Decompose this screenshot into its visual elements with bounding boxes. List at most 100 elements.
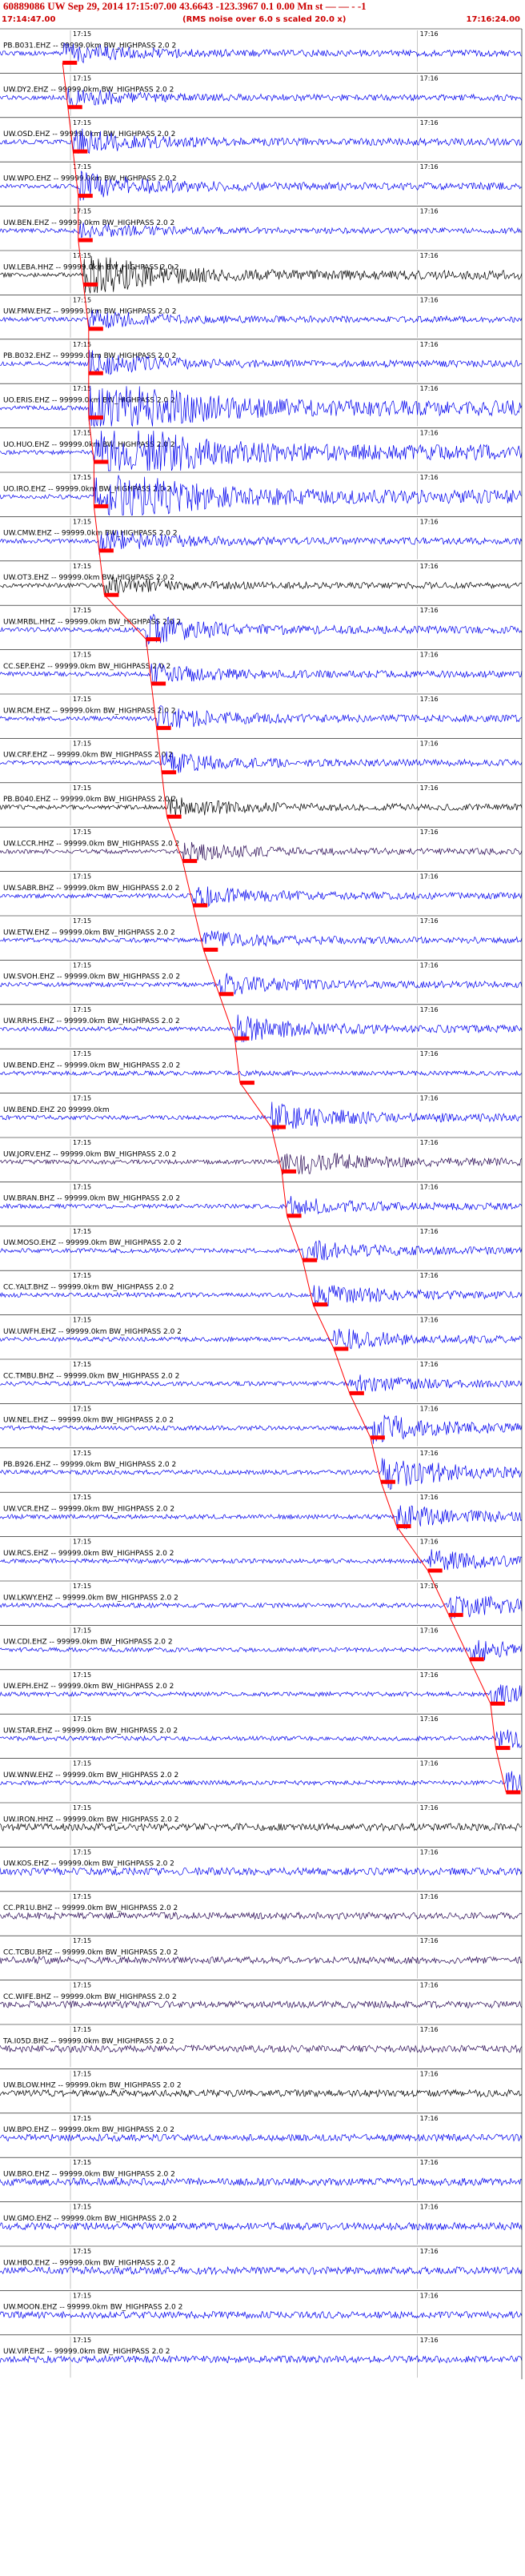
tick-label: 17:16 xyxy=(420,474,439,481)
tick-label: 17:15 xyxy=(73,1937,91,1944)
tick-label: 17:16 xyxy=(420,740,439,747)
waveform-trace xyxy=(0,2088,522,2098)
trace-label: UW.BLOW.HHZ -- 99999.0km BW_HIGHPASS 2.0… xyxy=(3,2082,182,2090)
tick-label: 17:15 xyxy=(73,208,91,215)
tick-label: 17:15 xyxy=(73,1405,91,1412)
trace-label: UW.HBO.EHZ -- 99999.0km BW_HIGHPASS 2.0 … xyxy=(3,2259,175,2267)
tick-label: 17:15 xyxy=(73,1760,91,1767)
tick-label: 17:15 xyxy=(73,2115,91,2122)
waveform-trace xyxy=(0,256,523,294)
pick-marker xyxy=(239,1081,254,1085)
tick-label: 17:16 xyxy=(420,1317,439,1324)
tick-label: 17:15 xyxy=(73,784,91,792)
pick-marker xyxy=(146,637,161,642)
pick-marker xyxy=(98,548,114,553)
pick-marker xyxy=(448,1612,463,1617)
tick-label: 17:15 xyxy=(73,607,91,614)
tick-label: 17:15 xyxy=(73,2292,91,2299)
trace-label: CC.PR1U.BHZ -- 99999.0km BW_HIGHPASS 2.0… xyxy=(3,1904,178,1912)
tick-label: 17:16 xyxy=(420,1804,439,1812)
pick-marker xyxy=(218,992,234,997)
tick-label: 17:16 xyxy=(420,74,439,82)
tick-label: 17:15 xyxy=(73,1050,91,1057)
trace-label: UW.MOON.EHZ -- 99999.0km BW_HIGHPASS 2.0… xyxy=(3,2304,182,2312)
waveform-trace xyxy=(0,2310,523,2320)
tick-label: 17:15 xyxy=(73,1317,91,1324)
trace-label: PB.B926.EHZ -- 99999.0km BW_HIGHPASS 2.0… xyxy=(3,1461,176,1469)
tick-label: 17:16 xyxy=(420,1183,439,1190)
tick-label: 17:16 xyxy=(420,652,439,659)
tick-label: 17:15 xyxy=(73,2070,91,2077)
tick-label: 17:16 xyxy=(420,563,439,570)
pick-marker xyxy=(313,1302,328,1307)
waveform-trace xyxy=(0,2265,523,2276)
tick-label: 17:16 xyxy=(420,1139,439,1146)
trace-label: UW.SVOH.EHZ -- 99999.0km BW_HIGHPASS 2.0… xyxy=(3,973,180,981)
tick-label: 17:15 xyxy=(73,296,91,303)
tick-label: 17:15 xyxy=(73,2026,91,2033)
pick-marker xyxy=(73,149,88,154)
waveform-trace xyxy=(0,1956,523,1965)
trace-label: UW.CMW.EHZ -- 99999.0km BW_HIGHPASS 2.0 … xyxy=(3,530,178,538)
tick-label: 17:16 xyxy=(420,163,439,171)
tick-label: 17:16 xyxy=(420,296,439,303)
tick-label: 17:15 xyxy=(73,1893,91,1900)
tick-label: 17:16 xyxy=(420,607,439,614)
tick-label: 17:16 xyxy=(420,1937,439,1944)
tick-label: 17:15 xyxy=(73,1139,91,1146)
trace-label: UW.VCR.EHZ -- 99999.0km BW_HIGHPASS 2.0 … xyxy=(3,1505,174,1513)
tick-label: 17:15 xyxy=(73,1361,91,1368)
tick-label: 17:15 xyxy=(73,2204,91,2211)
trace-label: UW.BEND.EHZ 20 99999.0km xyxy=(3,1106,110,1114)
pick-marker xyxy=(303,1258,318,1262)
trace-label: UW.BEND.EHZ -- 99999.0km BW_HIGHPASS 2.0… xyxy=(3,1061,180,1069)
tick-label: 17:16 xyxy=(420,1982,439,1989)
waveform-trace xyxy=(0,1822,523,1832)
trace-label: UW.CRF.EHZ -- 99999.0km BW_HIGHPASS 2.0 … xyxy=(3,752,173,760)
tick-label: 17:15 xyxy=(73,829,91,836)
trace-label: UO.HUO.EHZ -- 99999.0km BW_HIGHPASS 2.0 … xyxy=(3,441,175,449)
trace-label: UW.VIP.EHZ -- 99999.0km BW_HIGHPASS 2.0 … xyxy=(3,2348,170,2356)
tick-label: 17:16 xyxy=(420,2026,439,2033)
trace-label: UW.STAR.EHZ -- 99999.0km BW_HIGHPASS 2.0… xyxy=(3,1727,178,1735)
tick-label: 17:15 xyxy=(73,1583,91,1590)
tick-label: 17:16 xyxy=(420,2204,439,2211)
tick-label: 17:16 xyxy=(420,1450,439,1457)
tick-label: 17:15 xyxy=(73,1715,91,1723)
trace-label: UW.ETW.EHZ -- 99999.0km BW_HIGHPASS 2.0 … xyxy=(3,929,175,937)
tick-label: 17:16 xyxy=(420,2248,439,2255)
tick-label: 17:16 xyxy=(420,1539,439,1546)
trace-label: CC.SEP.EHZ -- 99999.0km BW_HIGHPASS 2.0 … xyxy=(3,663,170,671)
trace-label: UW.UWFH.EHZ -- 99999.0km BW_HIGHPASS 2.0… xyxy=(3,1328,182,1336)
pick-marker xyxy=(162,770,177,775)
trace-label: UW.BEN.EHZ -- 99999.0km BW_HIGHPASS 2.0 … xyxy=(3,219,174,227)
tick-label: 17:15 xyxy=(73,961,91,969)
trace-label: UW.OT3.EHZ -- 99999.0km BW_HIGHPASS 2.0 … xyxy=(3,574,174,582)
tick-label: 17:16 xyxy=(420,2159,439,2166)
trace-label: UW.WPO.EHZ -- 99999.0km BW_HIGHPASS 2.0 … xyxy=(3,175,177,183)
tick-label: 17:15 xyxy=(73,873,91,881)
tick-label: 17:15 xyxy=(73,2248,91,2255)
trace-label: PB.B040.EHZ -- 99999.0km BW_HIGHPASS 2.0… xyxy=(3,796,176,804)
trace-label: UW.LKWY.EHZ -- 99999.0km BW_HIGHPASS 2.0… xyxy=(3,1594,178,1602)
pick-marker xyxy=(427,1568,443,1573)
trace-label: UO.IRO.EHZ -- 99999.0km BW_HIGHPASS 2.0 … xyxy=(3,485,171,493)
waveform-trace xyxy=(0,2133,523,2142)
pick-marker xyxy=(334,1346,349,1351)
tick-label: 17:16 xyxy=(420,430,439,437)
tick-label: 17:15 xyxy=(73,1006,91,1013)
trace-label: TA.I05D.BHZ -- 99999.0km BW_HIGHPASS 2.0… xyxy=(2,2037,174,2045)
trace-label: UW.WNW.EHZ -- 99999.0km BW_HIGHPASS 2.0 … xyxy=(3,1772,178,1780)
trace-label: CC.WIFE.BHZ -- 99999.0km BW_HIGHPASS 2.0… xyxy=(3,1993,177,2001)
pick-marker xyxy=(88,371,103,375)
tick-label: 17:15 xyxy=(73,119,91,126)
trace-label: UW.MOSO.EHZ -- 99999.0km BW_HIGHPASS 2.0… xyxy=(3,1239,182,1247)
trace-label: UW.BRO.EHZ -- 99999.0km BW_HIGHPASS 2.0 … xyxy=(3,2170,175,2178)
trace-label: UW.IRON.HHZ -- 99999.0km BW_HIGHPASS 2.0… xyxy=(3,1816,179,1824)
trace-label: UW.RCM.EHZ -- 99999.0km BW_HIGHPASS 2.0 … xyxy=(3,707,176,715)
trace-label: UW.EPH.EHZ -- 99999.0km BW_HIGHPASS 2.0 … xyxy=(3,1683,174,1691)
pick-marker xyxy=(88,327,103,331)
tick-label: 17:16 xyxy=(420,873,439,881)
pick-marker xyxy=(83,282,98,287)
tick-label: 17:16 xyxy=(420,1715,439,1723)
